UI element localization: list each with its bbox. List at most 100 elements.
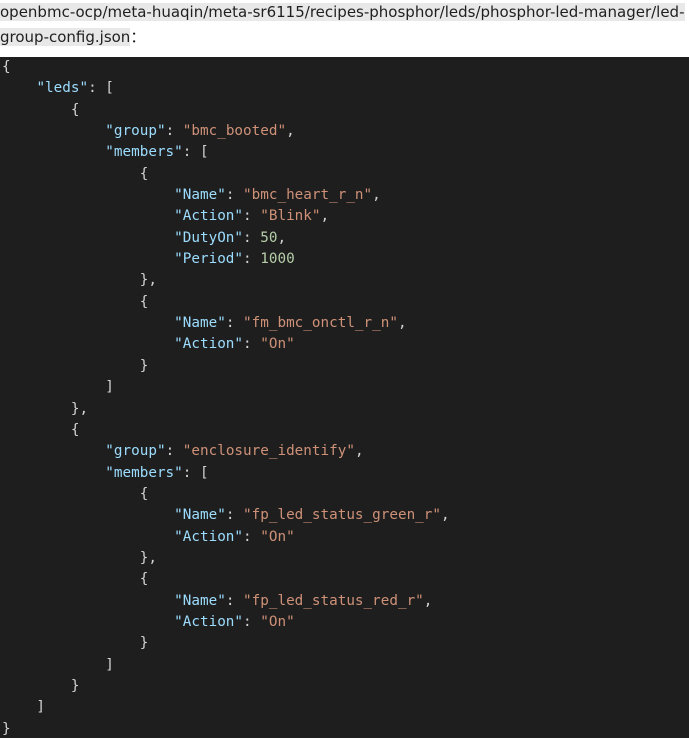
code-line: ] (0, 697, 689, 718)
code-line: "Name": "fp_led_status_red_r", (0, 591, 689, 612)
json-key-token: "members" (105, 144, 183, 161)
json-punctuation-token: , (441, 507, 450, 524)
json-punctuation-token (2, 507, 174, 523)
json-key-token: "Action" (174, 208, 244, 225)
json-punctuation-token (2, 187, 174, 203)
json-punctuation-token: : (225, 187, 244, 204)
file-path-suffix: ： (130, 28, 146, 46)
json-key-token: "leds" (36, 80, 89, 97)
code-line: "Name": "bmc_heart_r_n", (0, 185, 689, 206)
json-key-token: "Action" (174, 528, 244, 545)
json-punctuation-token (2, 251, 174, 267)
json-key-token: "Name" (174, 315, 226, 332)
json-punctuation-token: : (165, 123, 183, 140)
json-punctuation-token: { (2, 59, 11, 75)
file-path-caption: openbmc-ocp/meta-huaqin/meta-sr6115/reci… (0, 0, 689, 57)
json-punctuation-token (2, 123, 105, 139)
json-punctuation-token: { (2, 165, 149, 182)
json-string-token: "fp_led_status_green_r" (243, 507, 442, 524)
json-punctuation-token: } (2, 720, 11, 737)
json-punctuation-token: }, (2, 272, 157, 289)
json-key-token: "Name" (174, 187, 226, 204)
json-punctuation-token: }, (2, 549, 157, 566)
json-number-token: 50 (260, 229, 278, 246)
code-line: "Action": "On" (0, 612, 689, 633)
json-punctuation-token: ] (2, 379, 114, 396)
json-string-token: "bmc_heart_r_n" (243, 187, 373, 204)
json-punctuation-token: , (354, 443, 364, 460)
json-key-token: "Name" (174, 592, 226, 609)
json-key-token: "Name" (174, 507, 226, 524)
code-line: "DutyOn": 50, (0, 228, 689, 249)
json-string-token: "Blink" (260, 208, 321, 225)
json-punctuation-token (2, 230, 174, 246)
json-key-token: "members" (105, 464, 183, 481)
code-line: }, (0, 548, 689, 569)
json-key-token: "Action" (174, 336, 244, 353)
json-key-token: "DutyOn" (174, 229, 244, 246)
json-punctuation-token (2, 465, 105, 481)
json-key-token: "group" (105, 123, 166, 140)
json-punctuation-token (2, 208, 174, 224)
json-punctuation-token: : [ (182, 464, 209, 481)
json-punctuation-token: : (165, 443, 183, 460)
code-line: "group": "bmc_booted", (0, 121, 689, 142)
json-punctuation-token: , (320, 208, 330, 225)
code-line: { (0, 420, 689, 441)
code-line: { (0, 57, 689, 78)
json-punctuation-token (2, 80, 36, 96)
json-number-token: 1000 (260, 251, 295, 268)
json-punctuation-token: , (397, 315, 407, 332)
code-line: "members": [ (0, 142, 689, 163)
code-line: "group": "enclosure_identify", (0, 441, 689, 462)
json-punctuation-token: , (372, 187, 381, 204)
json-string-token: "On" (260, 613, 295, 630)
json-punctuation-token (2, 593, 174, 609)
json-punctuation-token (2, 336, 174, 352)
code-block: { "leds": [ { "group": "bmc_booted", "me… (0, 57, 689, 738)
json-punctuation-token: { (2, 485, 149, 502)
json-punctuation-token: : [ (88, 80, 114, 97)
json-punctuation-token: { (2, 421, 80, 438)
code-line: ] (0, 655, 689, 676)
code-line: "Name": "fp_led_status_green_r", (0, 505, 689, 526)
json-punctuation-token: : (225, 507, 244, 524)
code-line: { (0, 484, 689, 505)
json-punctuation-token: { (2, 293, 149, 310)
code-line: } (0, 676, 689, 697)
code-line: { (0, 164, 689, 185)
json-punctuation-token (2, 614, 174, 630)
json-punctuation-token: : (243, 613, 261, 630)
file-path-text: openbmc-ocp/meta-huaqin/meta-sr6115/reci… (0, 3, 685, 46)
json-punctuation-token: , (286, 123, 295, 140)
json-punctuation-token (2, 443, 105, 459)
json-punctuation-token: } (2, 635, 149, 652)
code-line: { (0, 292, 689, 313)
json-punctuation-token: ] (2, 699, 46, 716)
code-line: }, (0, 270, 689, 291)
json-key-token: "Action" (174, 613, 244, 630)
json-punctuation-token: { (2, 571, 149, 588)
code-line: } (0, 356, 689, 377)
json-string-token: "On" (260, 528, 295, 545)
code-line: } (0, 633, 689, 654)
code-line: { (0, 569, 689, 590)
code-line: "Period": 1000 (0, 249, 689, 270)
json-punctuation-token: : (243, 208, 261, 225)
json-punctuation-token: } (2, 357, 149, 374)
json-punctuation-token: : (243, 251, 261, 268)
json-punctuation-token: } (2, 677, 80, 694)
json-punctuation-token: : (243, 528, 261, 545)
json-punctuation-token: : (243, 336, 261, 353)
json-punctuation-token: : (243, 229, 261, 246)
code-line: "Name": "fm_bmc_onctl_r_n", (0, 313, 689, 334)
json-punctuation-token: : (225, 592, 244, 609)
json-string-token: "On" (260, 336, 295, 353)
code-line: "leds": [ (0, 78, 689, 99)
json-key-token: "group" (105, 443, 166, 460)
code-line: "Action": "On" (0, 527, 689, 548)
json-punctuation-token (2, 529, 174, 545)
json-punctuation-token: ] (2, 656, 114, 673)
code-line: "members": [ (0, 463, 689, 484)
json-string-token: "fp_led_status_red_r" (243, 592, 424, 609)
